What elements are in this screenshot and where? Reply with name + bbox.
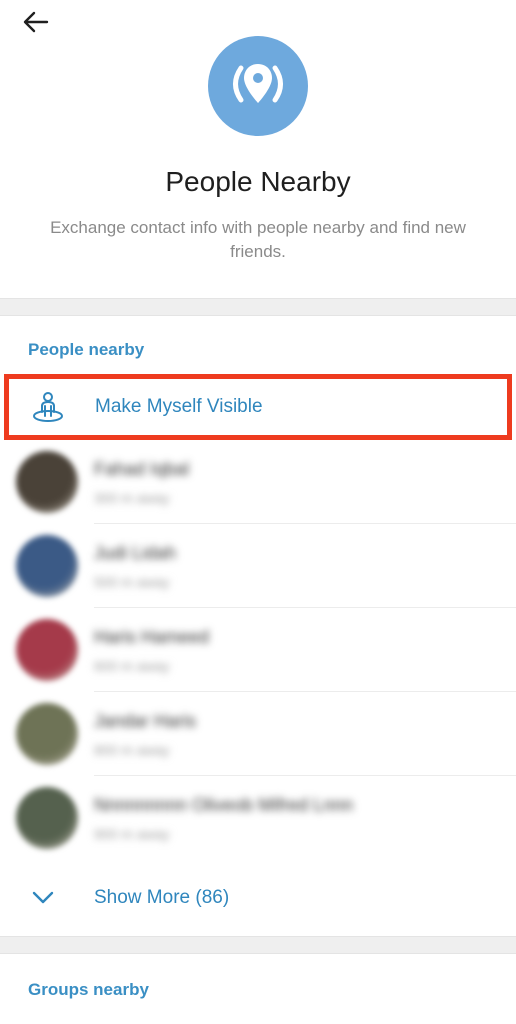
person-distance: 800 m away [94, 741, 170, 758]
list-item[interactable]: Judi Lidah 500 m away [0, 524, 516, 608]
avatar [16, 703, 78, 765]
people-nearby-header: People nearby [28, 340, 145, 359]
person-distance: 300 m away [94, 489, 170, 506]
page-title: People Nearby [165, 166, 351, 197]
section-divider [0, 936, 516, 954]
person-name: Fahad Iqbal [94, 458, 190, 479]
make-myself-visible-label: Make Myself Visible [95, 396, 263, 417]
person-info: Haris Hameed 600 m away [94, 627, 516, 674]
list-item[interactable]: Haris Hameed 600 m away [0, 608, 516, 692]
section-divider [0, 298, 516, 316]
person-info: Nnnnnnnnn Oliveob Mifred Lnnn 900 m away [94, 795, 516, 842]
person-name: Judi Lidah [94, 542, 177, 563]
back-button[interactable] [18, 8, 54, 40]
people-nearby-screen: People Nearby Exchange contact info with… [0, 0, 516, 1024]
person-name: Haris Hameed [94, 626, 210, 647]
show-more-button[interactable]: Show More (86) [0, 860, 516, 936]
person-info: Jandar Haris 800 m away [94, 711, 516, 758]
person-name: Jandar Haris [94, 710, 197, 731]
person-info: Judi Lidah 500 m away [94, 543, 516, 590]
person-distance: 900 m away [94, 825, 170, 842]
make-myself-visible-button[interactable]: Make Myself Visible [4, 374, 512, 440]
list-item[interactable]: Jandar Haris 800 m away [0, 692, 516, 776]
avatar [16, 535, 78, 597]
location-broadcast-icon [208, 36, 308, 136]
avatar [16, 451, 78, 513]
avatar [16, 619, 78, 681]
person-on-location-icon [9, 390, 87, 424]
show-more-label: Show More (86) [94, 887, 230, 908]
groups-nearby-header: Groups nearby [28, 980, 149, 999]
header: People Nearby Exchange contact info with… [0, 0, 516, 298]
arrow-left-icon [23, 11, 49, 38]
people-list: Fahad Iqbal 300 m away Judi Lidah 500 m awa… [0, 440, 516, 860]
person-distance: 600 m away [94, 657, 170, 674]
avatar [16, 787, 78, 849]
list-item[interactable]: Nnnnnnnnn Oliveob Mifred Lnnn 900 m away [0, 776, 516, 860]
person-distance: 500 m away [94, 573, 170, 590]
page-subtitle: Exchange contact info with people nearby… [50, 218, 466, 261]
chevron-down-icon [0, 891, 86, 905]
person-name: Nnnnnnnnn Oliveob Mifred Lnnn [94, 794, 354, 815]
person-info: Fahad Iqbal 300 m away [94, 459, 516, 506]
list-item[interactable]: Fahad Iqbal 300 m away [0, 440, 516, 524]
